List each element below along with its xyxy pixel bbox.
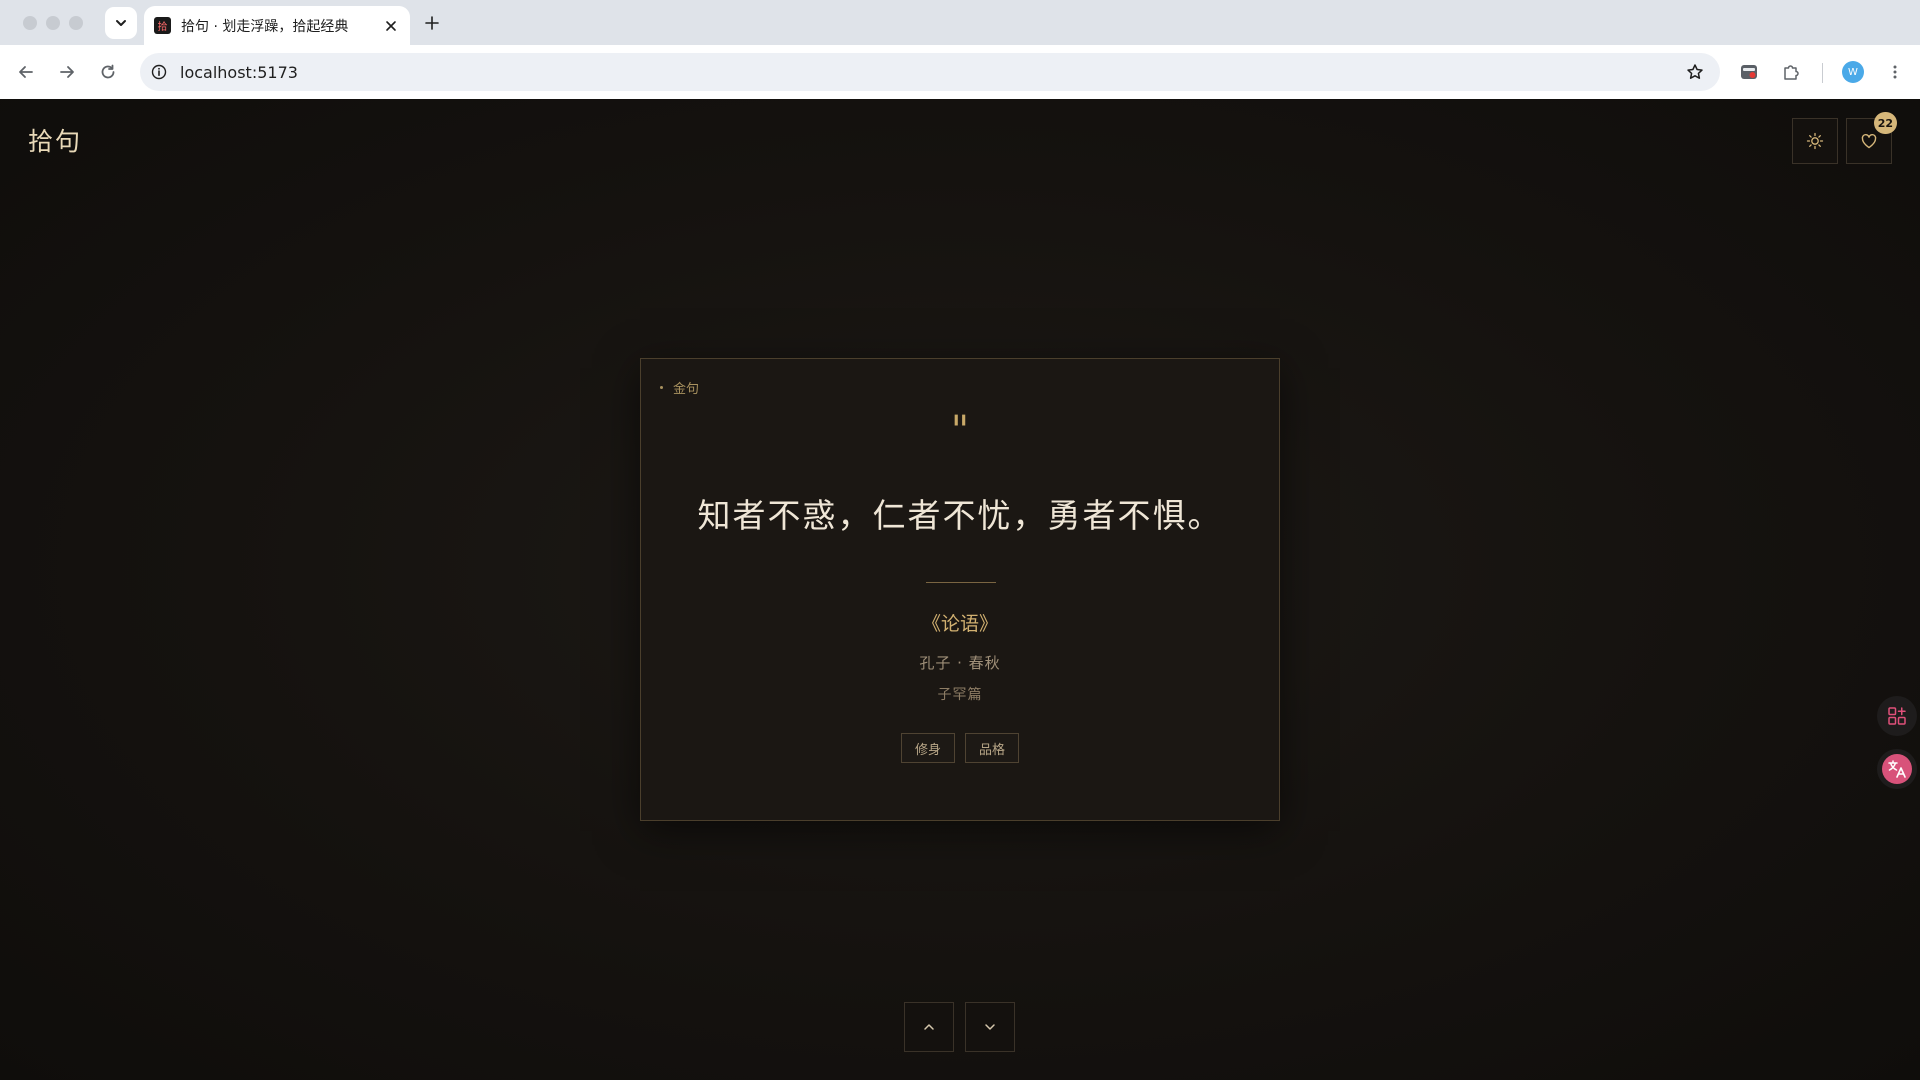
- close-icon: [386, 20, 396, 31]
- browser-toolbar: localhost:5173 W: [0, 45, 1920, 99]
- puzzle-icon: [1784, 65, 1799, 80]
- reload-icon: [101, 64, 115, 79]
- favorites-button[interactable]: 22: [1846, 112, 1897, 164]
- chevron-up-icon: [924, 1024, 934, 1030]
- plus-icon: [425, 16, 439, 30]
- quote-mark-icon: ": [950, 408, 970, 454]
- toolbar-separator: [1822, 63, 1823, 83]
- tab-close-button[interactable]: [382, 17, 400, 35]
- card-category-tag: 金句: [660, 378, 699, 397]
- back-button[interactable]: [13, 59, 39, 85]
- tag-list: 修身 品格: [641, 733, 1279, 763]
- url-text[interactable]: localhost:5173: [180, 63, 298, 82]
- theme-toggle-button[interactable]: [1792, 118, 1838, 164]
- arrow-left-icon: [19, 66, 33, 78]
- author-line: 孔子 · 春秋: [919, 654, 1001, 672]
- extension-app-icon: [1741, 65, 1757, 79]
- chapter-line: 子罕篇: [937, 687, 983, 703]
- window-zoom-dot[interactable]: [69, 16, 83, 30]
- info-icon: [151, 64, 167, 80]
- translate-icon: [1882, 754, 1912, 784]
- site-info-button[interactable]: [148, 61, 170, 83]
- quote-text: 知者不惑，仁者不忧，勇者不惧。: [697, 496, 1223, 535]
- window-close-dot[interactable]: [23, 16, 37, 30]
- arrow-right-icon: [60, 66, 74, 78]
- browser-menu-button[interactable]: [1882, 59, 1908, 85]
- tag-pinge[interactable]: 品格: [965, 733, 1019, 763]
- sun-icon: [1806, 132, 1824, 150]
- star-icon: [1687, 64, 1703, 79]
- chevron-down-icon: [116, 20, 126, 26]
- favorites-count-badge: 22: [1873, 112, 1897, 134]
- browser-tab-active[interactable]: 拾 拾句 · 划走浮躁，拾起经典: [144, 6, 410, 45]
- extension-button[interactable]: [1736, 59, 1762, 85]
- browser-tab-strip: 拾 拾句 · 划走浮躁，拾起经典: [0, 0, 1920, 45]
- app-logo[interactable]: 拾句: [28, 122, 82, 158]
- next-quote-button[interactable]: [965, 1002, 1015, 1052]
- heart-icon: [1861, 133, 1877, 149]
- new-tab-button[interactable]: [420, 11, 444, 35]
- floating-apps-widget[interactable]: [1877, 696, 1917, 736]
- previous-quote-button[interactable]: [904, 1002, 954, 1052]
- profile-avatar[interactable]: W: [1842, 61, 1864, 83]
- favicon-icon: 拾: [154, 17, 171, 34]
- quote-card: 金句 " 知者不惑，仁者不忧，勇者不惧。 《论语》 孔子 · 春秋 子罕篇 修身…: [640, 358, 1280, 821]
- bookmark-button[interactable]: [1684, 61, 1706, 83]
- extensions-menu-button[interactable]: [1778, 59, 1804, 85]
- tag-xiushen[interactable]: 修身: [901, 733, 955, 763]
- apps-add-icon: [1888, 707, 1906, 725]
- window-minimize-dot[interactable]: [46, 16, 60, 30]
- floating-translate-widget[interactable]: [1877, 749, 1917, 789]
- card-category-label: 金句: [673, 382, 700, 397]
- reload-button[interactable]: [95, 59, 121, 85]
- address-bar[interactable]: localhost:5173: [140, 53, 1720, 91]
- source-title: 《论语》: [921, 613, 998, 635]
- chevron-down-icon: [985, 1024, 995, 1030]
- tab-title: 拾句 · 划走浮躁，拾起经典: [181, 18, 349, 35]
- tab-search-button[interactable]: [105, 7, 137, 39]
- forward-button[interactable]: [54, 59, 80, 85]
- bullet-dot: [660, 386, 663, 389]
- more-vertical-icon: [1893, 65, 1897, 79]
- app-page: 拾句 22 金句 " 知者不惑，仁者不忧，勇者不惧。 《论语》 孔子 · 春秋 …: [0, 99, 1920, 1080]
- card-divider: [926, 582, 996, 583]
